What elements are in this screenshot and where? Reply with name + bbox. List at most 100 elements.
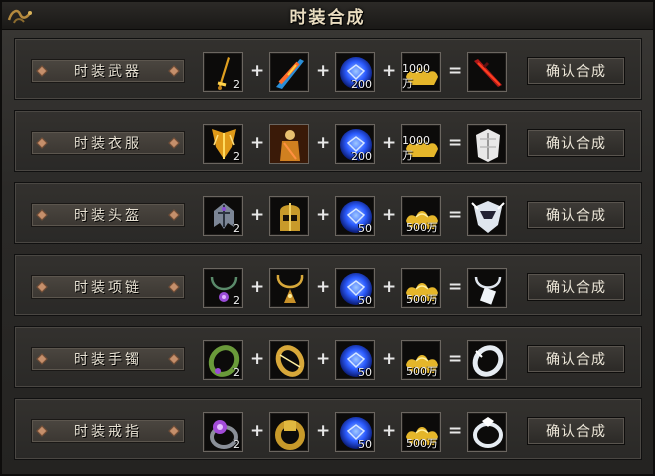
quantity-label: 500万 (406, 293, 438, 306)
diamond-right-icon (168, 353, 180, 365)
quantity-label: 2 (233, 222, 240, 235)
quantity-label: 50 (358, 366, 372, 379)
dragon-logo-icon (6, 5, 34, 27)
gold-slot[interactable]: 500万 (401, 340, 441, 380)
base-item-slot[interactable]: 2 (203, 412, 243, 452)
recipe-row: 时装项链 2 + +50 +500万 = 确认合成 (14, 254, 642, 316)
quantity-label: 1000万 (402, 134, 430, 162)
plus-sign: + (250, 133, 265, 153)
diamond-left-icon (36, 425, 48, 437)
material-item-slot[interactable] (269, 196, 309, 236)
gold-slot[interactable]: 500万 (401, 196, 441, 236)
gold-slot[interactable]: 1000万 (401, 52, 441, 92)
result-item-slot[interactable] (467, 268, 507, 308)
base-item-slot[interactable]: 2 (203, 340, 243, 380)
plus-sign: + (382, 277, 397, 297)
title-bar: 时装合成 (2, 2, 653, 30)
plus-sign: + (250, 277, 265, 297)
result-item-slot[interactable] (467, 340, 507, 380)
recipe-row: 时装戒指 2 + +50 +500万 = 确认合成 (14, 398, 642, 460)
gem-slot[interactable]: 50 (335, 340, 375, 380)
recipe-row: 时装衣服 2 + +200 +1000万 = 确认合成 (14, 110, 642, 172)
plus-sign: + (382, 133, 397, 153)
plus-sign: + (316, 349, 331, 369)
quantity-label: 2 (233, 366, 240, 379)
plus-sign: + (250, 205, 265, 225)
synthesis-window: 时装合成 时装武器 2 + +200 +1000万 = 确认合成 时装衣服 2 + +200 +100… (0, 0, 655, 476)
material-item-slot[interactable] (269, 340, 309, 380)
recipe-name: 时装戒指 (74, 424, 142, 440)
gem-slot[interactable]: 200 (335, 52, 375, 92)
confirm-synthesis-button[interactable]: 确认合成 (527, 57, 625, 85)
quantity-label: 2 (233, 150, 240, 163)
plus-sign: + (250, 349, 265, 369)
quantity-label: 50 (358, 294, 372, 307)
gold-slot[interactable]: 500万 (401, 412, 441, 452)
quantity-label: 2 (233, 78, 240, 91)
base-item-slot[interactable]: 2 (203, 52, 243, 92)
quantity-label: 200 (351, 150, 372, 163)
plus-sign: + (250, 421, 265, 441)
diamond-left-icon (36, 353, 48, 365)
result-item-slot[interactable] (467, 196, 507, 236)
confirm-synthesis-button[interactable]: 确认合成 (527, 129, 625, 157)
confirm-synthesis-button[interactable]: 确认合成 (527, 273, 625, 301)
recipe-row: 时装头盔 2 + +50 +500万 = 确认合成 (14, 182, 642, 244)
material-item-slot[interactable] (269, 124, 309, 164)
equals-sign: = (448, 349, 463, 369)
result-item-slot[interactable] (467, 412, 507, 452)
base-item-slot[interactable]: 2 (203, 124, 243, 164)
diamond-left-icon (36, 137, 48, 149)
recipe-name: 时装项链 (74, 280, 142, 296)
quantity-label: 1000万 (402, 62, 430, 90)
gem-slot[interactable]: 50 (335, 412, 375, 452)
gold-slot[interactable]: 500万 (401, 268, 441, 308)
material-item-slot[interactable] (269, 268, 309, 308)
base-item-slot[interactable]: 2 (203, 196, 243, 236)
recipe-name: 时装头盔 (74, 208, 142, 224)
recipe-label: 时装头盔 (31, 203, 185, 227)
recipe-list: 时装武器 2 + +200 +1000万 = 确认合成 时装衣服 2 + +200 +1000万 = 确认… (14, 38, 642, 470)
plus-sign: + (382, 205, 397, 225)
equals-sign: = (448, 421, 463, 441)
recipe-label: 时装手镯 (31, 347, 185, 371)
plus-sign: + (250, 61, 265, 81)
equals-sign: = (448, 205, 463, 225)
quantity-label: 2 (233, 438, 240, 451)
diamond-left-icon (36, 281, 48, 293)
recipe-label: 时装项链 (31, 275, 185, 299)
confirm-synthesis-button[interactable]: 确认合成 (527, 201, 625, 229)
plus-sign: + (382, 349, 397, 369)
confirm-synthesis-button[interactable]: 确认合成 (527, 417, 625, 445)
plus-sign: + (316, 133, 331, 153)
base-item-slot[interactable]: 2 (203, 268, 243, 308)
diamond-right-icon (168, 137, 180, 149)
gem-slot[interactable]: 50 (335, 268, 375, 308)
confirm-synthesis-button[interactable]: 确认合成 (527, 345, 625, 373)
quantity-label: 50 (358, 438, 372, 451)
quantity-label: 500万 (406, 221, 438, 234)
equals-sign: = (448, 277, 463, 297)
diamond-right-icon (168, 65, 180, 77)
recipe-name: 时装手镯 (74, 352, 142, 368)
result-item-slot[interactable] (467, 52, 507, 92)
gem-slot[interactable]: 200 (335, 124, 375, 164)
gem-slot[interactable]: 50 (335, 196, 375, 236)
equals-sign: = (448, 61, 463, 81)
gold-slot[interactable]: 1000万 (401, 124, 441, 164)
recipe-name: 时装衣服 (74, 136, 142, 152)
diamond-left-icon (36, 65, 48, 77)
quantity-label: 2 (233, 294, 240, 307)
plus-sign: + (382, 61, 397, 81)
quantity-label: 500万 (406, 365, 438, 378)
equals-sign: = (448, 133, 463, 153)
quantity-label: 500万 (406, 437, 438, 450)
recipe-label: 时装衣服 (31, 131, 185, 155)
recipe-row: 时装武器 2 + +200 +1000万 = 确认合成 (14, 38, 642, 100)
quantity-label: 50 (358, 222, 372, 235)
diamond-left-icon (36, 209, 48, 221)
result-item-slot[interactable] (467, 124, 507, 164)
diamond-right-icon (168, 209, 180, 221)
material-item-slot[interactable] (269, 52, 309, 92)
material-item-slot[interactable] (269, 412, 309, 452)
